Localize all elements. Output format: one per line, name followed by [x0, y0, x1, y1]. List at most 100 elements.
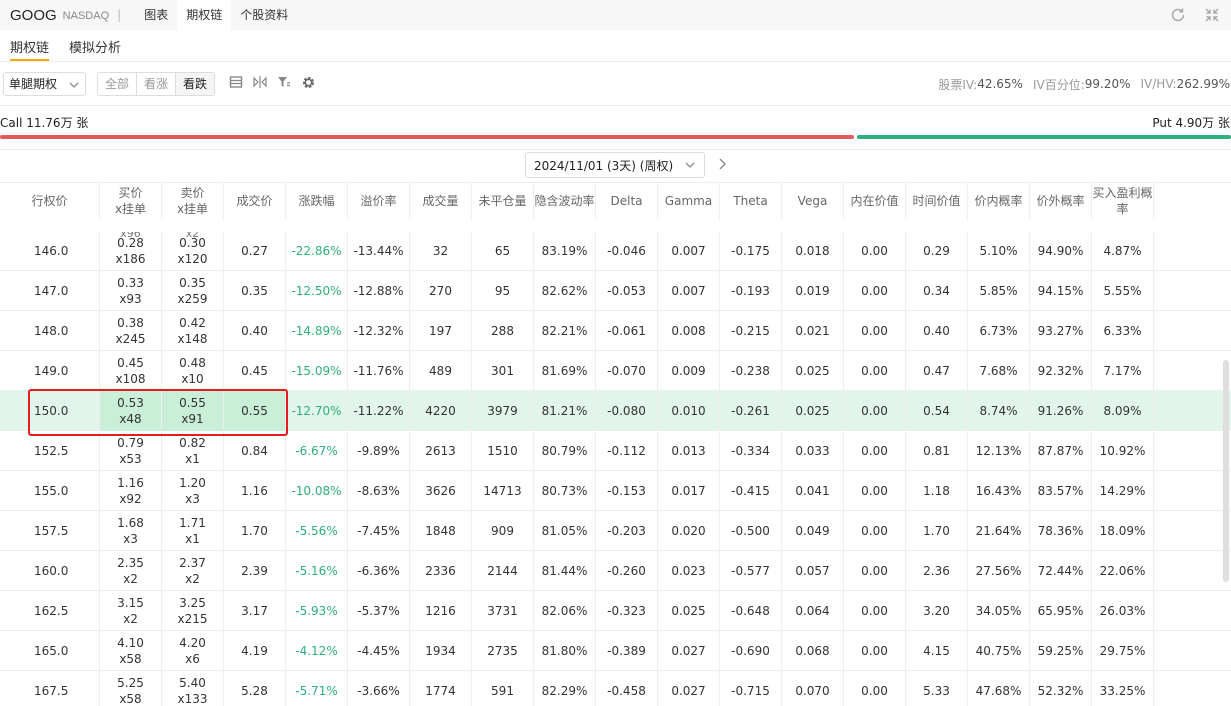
column-header-otm-probability[interactable]: 价外概率	[1030, 183, 1092, 219]
tab-company-profile[interactable]: 个股资料	[231, 0, 297, 30]
tab-chart[interactable]: 图表	[135, 0, 177, 30]
bid-cell[interactable]: 0.33 x93	[100, 271, 162, 311]
implied-volatility-cell: 81.21%	[534, 391, 596, 431]
column-header-last[interactable]: 成交价	[224, 183, 286, 219]
delta-cell: -0.203	[596, 511, 658, 551]
filter-all-button[interactable]: 全部	[98, 72, 138, 95]
bid-price: 0.28	[117, 236, 144, 250]
ask-cell[interactable]: 0.82 x1	[162, 431, 224, 471]
ask-cell[interactable]: 0.42 x148	[162, 311, 224, 351]
scrollbar[interactable]	[1223, 360, 1229, 582]
table-row[interactable]: 148.0 0.38 x245 0.42 x148 0.40 -14.89% -12.32% 1…	[0, 311, 1231, 351]
bid-cell[interactable]: 0.28 x186	[100, 232, 162, 271]
bid-price: 0.33	[117, 276, 144, 290]
column-header-bid-ask[interactable]: 买价 x挂单	[100, 183, 162, 219]
column-header-vega[interactable]: Vega	[782, 183, 844, 219]
ask-cell[interactable]: 1.71 x1	[162, 511, 224, 551]
strike-cell: 162.5	[0, 591, 100, 631]
call-put-filter: 全部 看涨 看跌	[97, 71, 216, 96]
filter-put-button[interactable]: 看跌	[176, 72, 215, 95]
ask-cell[interactable]: 0.55 x91	[162, 391, 224, 431]
column-header-ask[interactable]: 卖价 x挂单	[162, 183, 224, 219]
compare-icon[interactable]	[253, 75, 267, 92]
stock-iv-label: 股票IV:	[938, 77, 978, 92]
open-interest-cell: 3731	[472, 591, 534, 631]
table-row[interactable]: 157.5 1.68 x3 1.71 x1 1.70 -5.56% -7.45% 1848 909…	[0, 511, 1231, 551]
leg-type-select[interactable]: 单腿期权	[3, 71, 86, 96]
expiry-date-select[interactable]: 2024/11/01 (3天) (周权)	[525, 152, 705, 178]
next-expiry-chevron-icon[interactable]	[716, 157, 728, 174]
column-header-change[interactable]: 涨跌幅	[286, 183, 348, 219]
strike-cell: 155.0	[0, 471, 100, 511]
column-header-gamma[interactable]: Gamma	[658, 183, 720, 219]
table-row[interactable]: 165.0 4.10 x58 4.20 x6 4.19 -4.12% -4.45% 1934 27…	[0, 631, 1231, 671]
itm-probability-cell: 21.64%	[968, 511, 1030, 551]
bid-size: x92	[119, 492, 142, 506]
put-volume-label: Put 4.90万 张	[1152, 116, 1230, 130]
column-header-itm-probability[interactable]: 价内概率	[968, 183, 1030, 219]
ask-cell[interactable]: 2.37 x2	[162, 551, 224, 591]
bid-cell[interactable]: 2.35 x2	[100, 551, 162, 591]
bid-cell[interactable]: 0.79 x53	[100, 431, 162, 471]
column-header-profit-probability[interactable]: 买入盈利概率	[1092, 183, 1154, 219]
ticker-symbol: GOOG	[10, 6, 57, 24]
column-header-volume[interactable]: 成交量	[410, 183, 472, 219]
ask-cell[interactable]: 5.40 x133	[162, 671, 224, 706]
bid-cell[interactable]: 3.15 x2	[100, 591, 162, 631]
table-row[interactable]: 167.5 5.25 x58 5.40 x133 5.28 -5.71% -3.66% 1774…	[0, 671, 1231, 706]
table-icon[interactable]	[229, 75, 243, 92]
change-cell: -4.12%	[286, 631, 348, 671]
time-value-cell: 1.18	[906, 471, 968, 511]
ask-cell[interactable]: 1.20 x3	[162, 471, 224, 511]
ask-price: 0.42	[179, 316, 206, 330]
table-row[interactable]: 162.5 3.15 x2 3.25 x215 3.17 -5.93% -5.37% 1216 3…	[0, 591, 1231, 631]
column-header-delta[interactable]: Delta	[596, 183, 658, 219]
tab-option-chain[interactable]: 期权链	[177, 0, 232, 30]
column-header-time-value[interactable]: 时间价值	[906, 183, 968, 219]
ask-cell[interactable]: 3.25 x215	[162, 591, 224, 631]
column-header-theta[interactable]: Theta	[720, 183, 782, 219]
time-value-cell: 3.20	[906, 591, 968, 631]
open-interest-cell: 909	[472, 511, 534, 551]
filter-call-button[interactable]: 看涨	[137, 72, 177, 95]
column-header-strike[interactable]: 行权价	[0, 183, 100, 219]
intrinsic-value-cell: 0.00	[844, 471, 906, 511]
table-row[interactable]: 146.0 0.28 x186 0.30 x120 0.27 -22.86% -13.44% 3…	[0, 232, 1231, 271]
strike-cell: 167.5	[0, 671, 100, 706]
table-row[interactable]: 149.0 0.45 x108 0.48 x10 0.45 -15.09% -11.76% 48…	[0, 351, 1231, 391]
settings-icon[interactable]	[301, 75, 316, 93]
ask-size: x10	[181, 372, 204, 386]
filter-icon[interactable]	[277, 75, 291, 92]
bid-cell[interactable]: 0.53 x48	[100, 391, 162, 431]
last-cell: 0.55	[224, 391, 286, 431]
subtab-simulation[interactable]: 模拟分析	[69, 30, 121, 61]
column-header-intrinsic-value[interactable]: 内在价值	[844, 183, 906, 219]
bid-cell[interactable]: 1.68 x3	[100, 511, 162, 551]
collapse-icon[interactable]	[1203, 6, 1221, 24]
bid-cell[interactable]: 5.25 x58	[100, 671, 162, 706]
open-interest-cell: 95	[472, 271, 534, 311]
table-row[interactable]: 155.0 1.16 x92 1.20 x3 1.16 -10.08% -8.63% 3626 1…	[0, 471, 1231, 511]
bid-cell[interactable]: 1.16 x92	[100, 471, 162, 511]
option-chain-table: x96 x2 146.0 0.28 x186 0.30 x120 0.27 -22.86% -13…	[0, 232, 1231, 706]
refresh-icon[interactable]	[1169, 6, 1187, 24]
bid-cell[interactable]: 4.10 x58	[100, 631, 162, 671]
column-header-implied-volatility[interactable]: 隐含波动率	[534, 183, 596, 219]
subtab-option-chain[interactable]: 期权链	[10, 30, 50, 61]
vega-cell: 0.068	[782, 631, 844, 671]
table-row[interactable]: 150.0 0.53 x48 0.55 x91 0.55 -12.70% -11.22% 422…	[0, 391, 1231, 431]
bid-cell[interactable]: 0.45 x108	[100, 351, 162, 391]
column-header-premium[interactable]: 溢价率	[348, 183, 410, 219]
table-row[interactable]: 147.0 0.33 x93 0.35 x259 0.35 -12.50% -12.88% 27…	[0, 271, 1231, 311]
column-header-open-interest[interactable]: 未平仓量	[472, 183, 534, 219]
bid-cell[interactable]: 0.38 x245	[100, 311, 162, 351]
table-row[interactable]: 160.0 2.35 x2 2.37 x2 2.39 -5.16% -6.36% 2336 214…	[0, 551, 1231, 591]
profit-probability-cell: 6.33%	[1092, 311, 1154, 351]
table-header: 行权价 买价 x挂单 卖价 x挂单 成交价 涨跌幅 溢价率 成交量 未平仓量 隐含波动率 Delta G…	[0, 182, 1231, 232]
ask-cell[interactable]: 0.30 x120	[162, 232, 224, 271]
ask-cell[interactable]: 4.20 x6	[162, 631, 224, 671]
table-row[interactable]: 152.5 0.79 x53 0.82 x1 0.84 -6.67% -9.89% 2613 15…	[0, 431, 1231, 471]
ask-cell[interactable]: 0.48 x10	[162, 351, 224, 391]
ask-cell[interactable]: 0.35 x259	[162, 271, 224, 311]
change-cell: -6.67%	[286, 431, 348, 471]
